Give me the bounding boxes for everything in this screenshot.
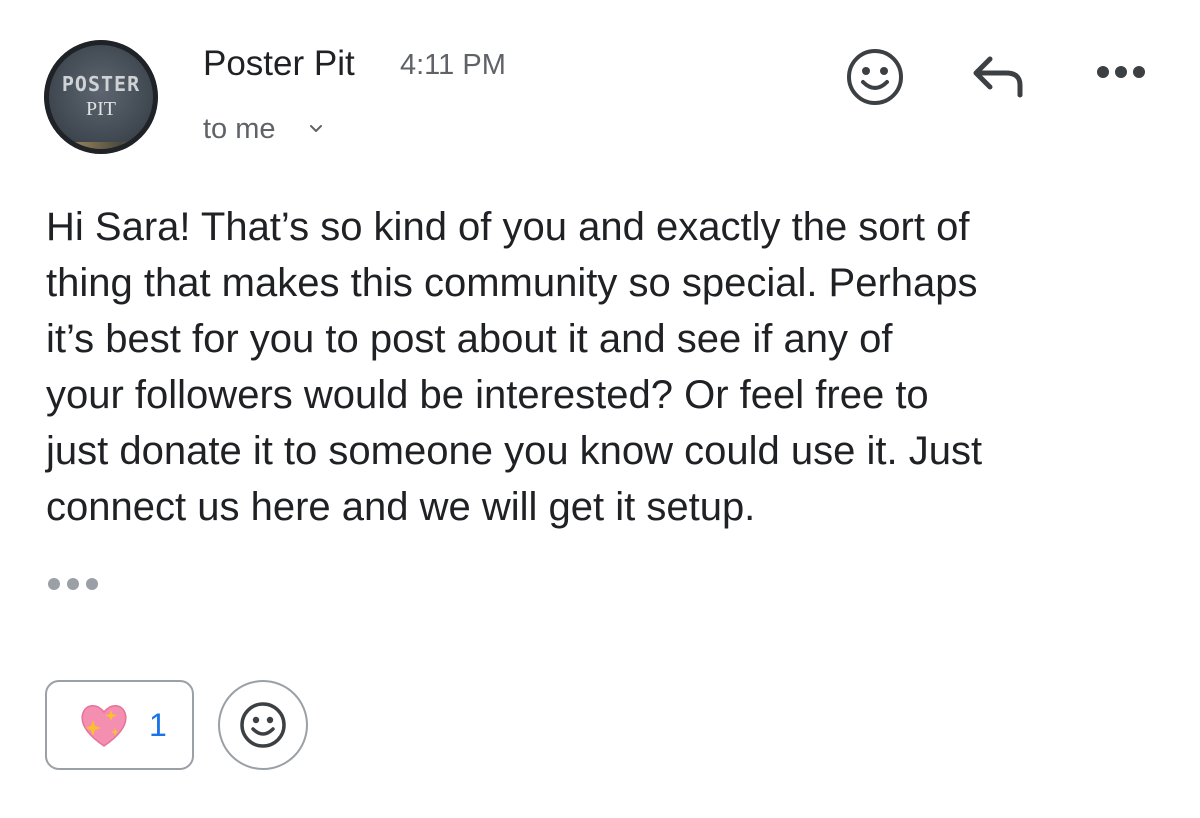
- chevron-down-icon[interactable]: [309, 124, 323, 134]
- email-message-view: POSTER PIT Poster Pit 4:11 PM to me Hi S…: [0, 0, 1200, 818]
- add-emoji-reaction-button[interactable]: [843, 45, 907, 109]
- message-body-line: connect us here and we will get it setup…: [46, 485, 756, 529]
- sent-time: 4:11 PM: [400, 49, 506, 81]
- message-body-line: your followers would be interested? Or f…: [46, 373, 929, 417]
- message-body-line: Hi Sara! That’s so kind of you and exact…: [46, 205, 970, 249]
- message-body-line: just donate it to someone you know could…: [46, 429, 983, 473]
- message-body-line: thing that makes this community so speci…: [46, 261, 978, 305]
- sender-avatar[interactable]: POSTER PIT: [44, 40, 158, 154]
- more-options-button[interactable]: [1094, 60, 1148, 84]
- sparkling-heart-icon: [81, 705, 127, 747]
- reply-arrow-icon: [973, 56, 1023, 98]
- smiley-icon: [847, 49, 903, 105]
- reply-button[interactable]: [968, 50, 1028, 102]
- recipient-details-toggle[interactable]: to me: [203, 113, 276, 146]
- more-horizontal-icon: [1097, 66, 1145, 78]
- add-reaction-button[interactable]: [218, 680, 308, 770]
- sender-name[interactable]: Poster Pit: [203, 44, 355, 84]
- show-trimmed-content-button[interactable]: [46, 574, 100, 594]
- message-body-line: it’s best for you to post about it and s…: [46, 317, 893, 361]
- reaction-chip[interactable]: 1: [45, 680, 194, 770]
- smiley-icon: [240, 702, 286, 748]
- avatar-ring: [44, 40, 158, 154]
- message-body: Hi Sara! That’s so kind of you and exact…: [46, 199, 1166, 535]
- reaction-count: 1: [149, 706, 167, 743]
